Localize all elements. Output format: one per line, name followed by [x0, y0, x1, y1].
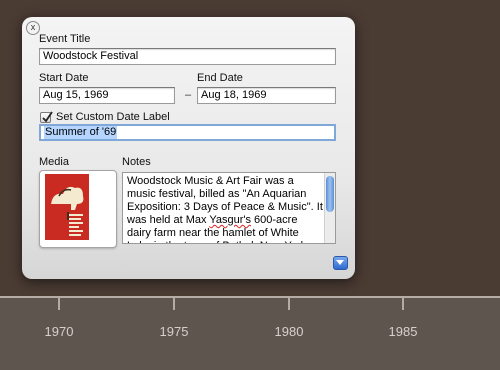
notes-scrollbar[interactable] — [324, 173, 335, 243]
event-title-field[interactable]: Woodstock Festival — [39, 48, 336, 65]
media-label: Media — [39, 156, 69, 168]
scrollbar-thumb[interactable] — [326, 176, 334, 212]
timeline-tick — [173, 298, 175, 310]
start-date-label: Start Date — [39, 72, 89, 84]
chevron-down-icon — [336, 260, 344, 265]
timeline-label-1985: 1985 — [388, 324, 418, 339]
date-separator: – — [185, 89, 192, 101]
misspelled-word[interactable]: Yasgur's — [209, 214, 251, 226]
timeline-tick — [58, 298, 60, 310]
timeline-ruler[interactable]: 1970 1975 1980 1985 — [0, 296, 500, 370]
selected-text: Summer of '69 — [44, 126, 118, 139]
woodstock-poster-image — [45, 174, 89, 240]
notes-text: Woodstock Music & Art Fair was a music f… — [127, 175, 323, 243]
close-button[interactable]: x — [26, 21, 40, 35]
notes-textarea[interactable]: Woodstock Music & Art Fair was a music f… — [122, 172, 336, 244]
checkmark-icon — [42, 111, 53, 123]
custom-date-label-checkbox[interactable] — [40, 111, 53, 123]
media-thumbnail — [45, 174, 89, 240]
timeline-label-1970: 1970 — [44, 324, 74, 339]
custom-date-label-field[interactable]: Summer of '69 — [39, 124, 336, 141]
close-icon: x — [30, 22, 36, 32]
end-date-field[interactable]: Aug 18, 1969 — [197, 87, 336, 104]
event-editor-popover: x Event Title Woodstock Festival Start D… — [22, 17, 355, 279]
more-options-button[interactable] — [333, 256, 348, 270]
event-title-label: Event Title — [39, 33, 91, 45]
timeline-label-1975: 1975 — [159, 324, 189, 339]
timeline-label-1980: 1980 — [274, 324, 304, 339]
notes-label: Notes — [122, 156, 151, 168]
end-date-label: End Date — [197, 72, 243, 84]
custom-date-label-text: Set Custom Date Label — [56, 111, 170, 123]
timeline-tick — [288, 298, 290, 310]
timeline-tick — [402, 298, 404, 310]
start-date-field[interactable]: Aug 15, 1969 — [39, 87, 175, 104]
